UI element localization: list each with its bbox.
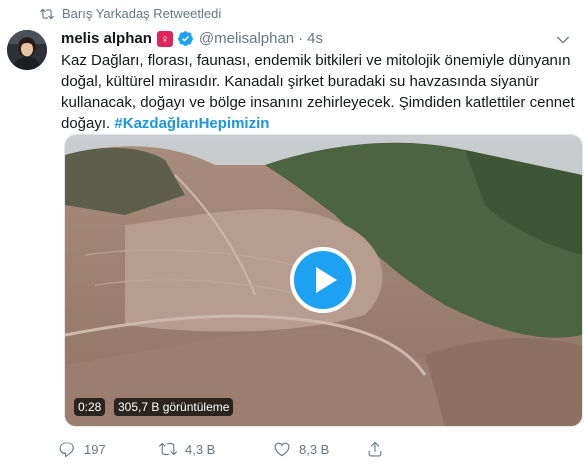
video-player[interactable]: 0:28 305,7 B görüntüleme: [64, 134, 583, 427]
handle[interactable]: @melisalphan: [199, 30, 294, 47]
verified-badge-icon: [177, 31, 193, 46]
retweet-count: 4,3 B: [185, 441, 216, 457]
avatar-image: [7, 30, 47, 70]
tweet-text: Kaz Dağları, florası, faunası, endemik b…: [61, 50, 577, 134]
reply-count: 197: [84, 441, 106, 457]
retweet-icon: [40, 8, 54, 19]
separator-dot: ·: [298, 30, 304, 47]
timestamp[interactable]: 4s: [307, 30, 323, 47]
retweet-button[interactable]: 4,3 B: [159, 440, 273, 458]
reply-button[interactable]: 197: [58, 440, 159, 458]
reply-icon: [59, 442, 74, 458]
chevron-down-icon[interactable]: [555, 32, 571, 48]
display-name[interactable]: melis alphan: [61, 30, 152, 47]
avatar[interactable]: [7, 30, 47, 70]
tweet-actions: 197 4,3 B 8,3 B: [58, 440, 392, 458]
share-button[interactable]: [366, 440, 392, 458]
like-button[interactable]: 8,3 B: [273, 440, 366, 458]
like-count: 8,3 B: [299, 441, 330, 457]
view-count: 305,7 B görüntüleme: [114, 398, 234, 416]
retweet-context-label: Barış Yarkadaş Retweetledi: [62, 6, 222, 21]
hashtag-link[interactable]: #KazdağlarıHepimizin: [114, 115, 269, 132]
heart-icon: [274, 442, 290, 457]
retweet-action-icon: [159, 442, 177, 456]
tweet-header: melis alphan ♀ @melisalphan · 4s: [61, 30, 323, 47]
share-icon: [368, 441, 382, 457]
video-duration: 0:28: [74, 398, 106, 416]
play-icon[interactable]: [290, 247, 356, 313]
female-sign-icon: ♀: [156, 30, 173, 47]
retweet-context[interactable]: Barış Yarkadaş Retweetledi: [40, 6, 221, 21]
